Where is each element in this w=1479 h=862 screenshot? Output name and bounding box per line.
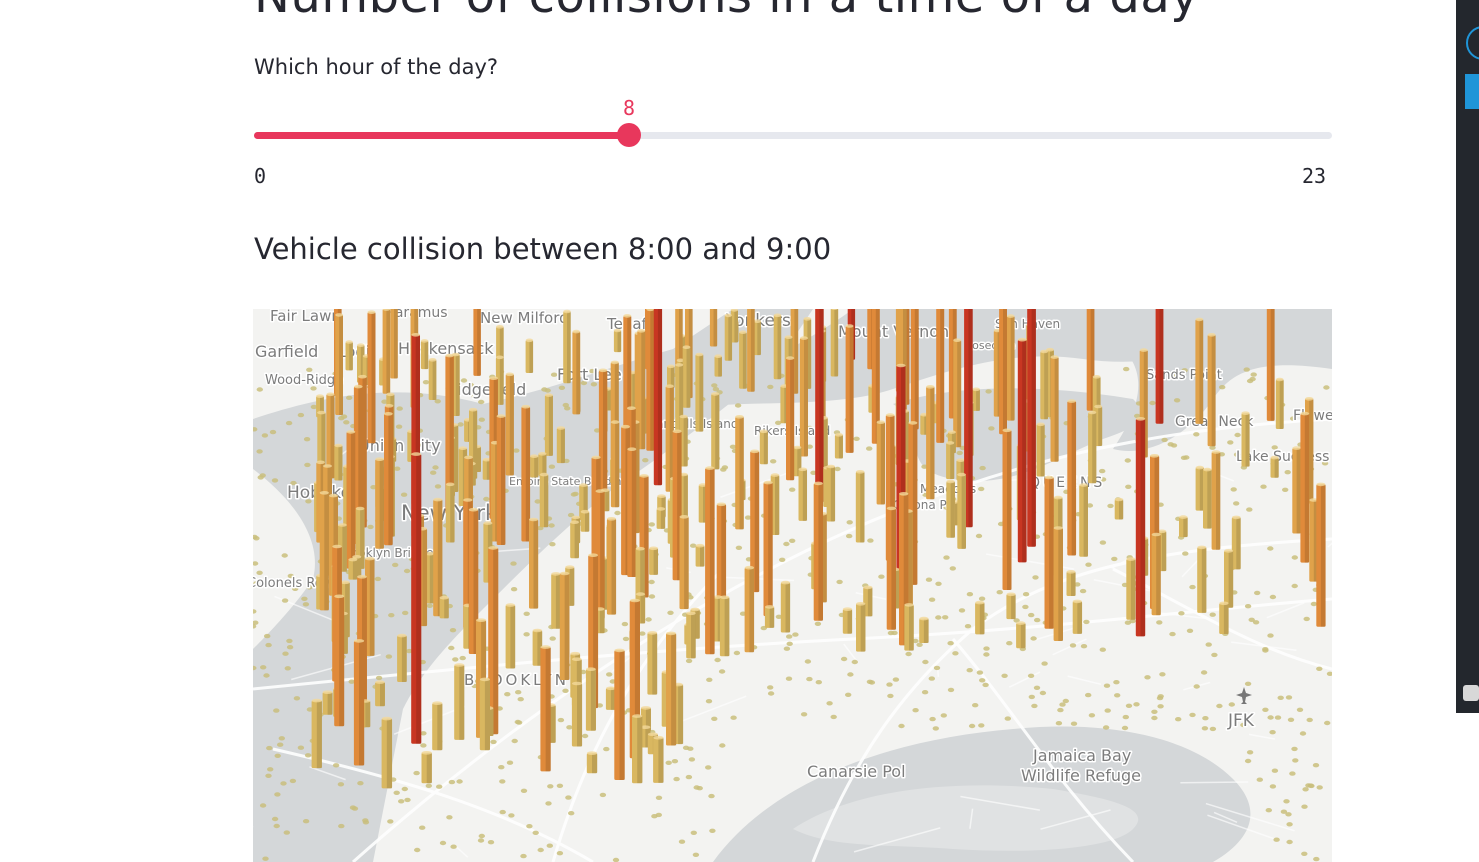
- slider-fill: [254, 132, 629, 139]
- airplane-icon: [1236, 687, 1252, 704]
- map-label-wood-ridge: Wood-Ridge: [265, 373, 343, 388]
- slider-max-label: 23: [1302, 164, 1327, 188]
- panel-tab[interactable]: [1465, 74, 1479, 109]
- panel-handle-icon[interactable]: [1463, 685, 1479, 701]
- map-canvas[interactable]: Fair LawnParamusNew MilfordTenaflyYonker…: [253, 309, 1332, 862]
- slider-min-label: 0: [254, 164, 267, 188]
- hour-slider[interactable]: 8: [254, 96, 1332, 147]
- map-label-new-milford: New Milford: [480, 309, 569, 327]
- map-label-jfk: JFK: [1227, 711, 1255, 731]
- map-subheader: Vehicle collision between 8:00 and 9:00: [254, 232, 832, 266]
- circle-icon: [1466, 26, 1479, 60]
- map-label-fair-lawn: Fair Lawn: [270, 309, 341, 325]
- map-label-jamaica-bay: Jamaica Bay: [1032, 746, 1131, 765]
- side-panel: [1456, 0, 1479, 713]
- collision-map[interactable]: Fair LawnParamusNew MilfordTenaflyYonker…: [253, 309, 1332, 862]
- slider-thumb[interactable]: [617, 123, 641, 147]
- slider-value: 8: [622, 96, 636, 120]
- page-title: Number of collisions in a time of a day: [254, 0, 1199, 24]
- map-label-lake-success: Lake Success: [1236, 449, 1329, 465]
- map-label-wildlife-refuge: Wildlife Refuge: [1021, 766, 1141, 785]
- map-label-garfield: Garfield: [255, 342, 318, 361]
- map-label-canarsie: Canarsie Pol: [807, 762, 906, 781]
- slider-label: Which hour of the day?: [254, 55, 499, 79]
